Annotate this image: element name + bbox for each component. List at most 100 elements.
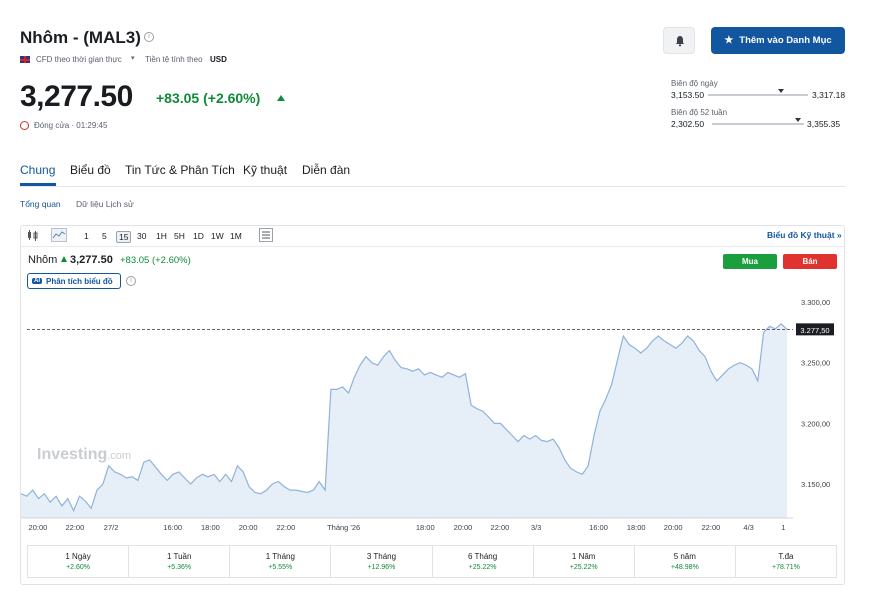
performance-value: +12.96% [367,564,396,571]
last-price: 3,277.50 [20,80,133,113]
ai-chart-analysis-button[interactable]: AI Phân tích biểu đồ [27,273,121,289]
y-tick-label: 3.150,00 [801,480,830,489]
tabs-divider [20,186,845,187]
chart-price: 3,277.50 [70,254,113,266]
performance-period: 5 năm [673,552,696,561]
performance-cell: 1 Tuần +5.36% [129,546,231,577]
performance-cell: 1 Tháng +5.55% [230,546,332,577]
day-range-high: 3,317.18 [812,90,846,100]
x-tick-label: 4/3 [743,523,753,532]
performance-value: +78.71% [772,564,800,571]
x-tick-label: 27/2 [104,523,119,532]
indicators-icon[interactable] [259,228,273,242]
tab-news-analysis[interactable]: Tin Tức & Phân Tích [125,163,235,177]
performance-cell: 6 Tháng +25.22% [433,546,534,577]
week52-range-label: Biên độ 52 tuần [671,108,728,117]
x-tick-label: Tháng '26 [327,523,360,532]
current-price-label: 3.277,50 [800,326,829,335]
candlestick-icon[interactable] [26,229,40,242]
up-arrow-icon [277,95,285,101]
performance-value: +25.22% [569,564,598,571]
add-to-watchlist-button[interactable]: ★ Thêm vào Danh Mục [711,27,845,54]
subtab-overview[interactable]: Tổng quan [20,199,61,209]
add-alert-button[interactable] [663,27,695,54]
price-chart[interactable]: 3.277,50 3.300,00 3.250,00 3.200,00 3.150,00… [21,296,839,536]
interval-30[interactable]: 30 [137,231,146,241]
price-area [21,323,787,518]
price-change: +83.05 (+2.60%) [156,90,261,106]
buy-button[interactable]: Mua [723,254,777,269]
x-tick-label: 22:00 [702,523,721,532]
x-tick-label: 1 [781,523,785,532]
day-range-label: Biên độ ngày [671,79,718,88]
interval-1h[interactable]: 1H [156,231,167,241]
tab-technical[interactable]: Kỹ thuật [243,163,287,177]
interval-1d[interactable]: 1D [193,231,204,241]
interval-5h[interactable]: 5H [174,231,185,241]
investing-watermark: Investing.com [37,446,131,463]
performance-cell: 1 Ngày +2.60% [28,546,130,577]
tab-general[interactable]: Chung [20,163,55,177]
chevron-down-icon[interactable]: ▾ [131,54,135,62]
performance-value: +5.55% [268,564,293,571]
performance-period: 1 Tuần [166,552,192,561]
week52-range-high: 3,355.35 [807,119,841,129]
technical-chart-link[interactable]: Biểu đồ Kỹ thuật » [767,230,842,240]
y-tick-label: 3.250,00 [801,359,830,368]
sell-button[interactable]: Bán [783,254,837,269]
x-tick-label: 18:00 [416,523,435,532]
performance-period: 6 Tháng [467,552,498,561]
cfd-label: CFD theo thời gian thực [36,55,122,64]
x-tick-label: 18:00 [201,523,220,532]
day-range-low: 3,153.50 [671,90,705,100]
tab-forum[interactable]: Diễn đàn [302,163,350,177]
area-chart-icon[interactable] [51,228,67,242]
uk-flag-icon [20,56,30,63]
performance-cell: 3 Tháng +12.96% [331,546,433,577]
page-title: Nhôm - (MAL3) [20,28,141,47]
performance-period: 1 Tháng [265,552,295,561]
performance-period: T.đa [778,552,794,561]
star-icon: ★ [724,35,734,46]
y-tick-label: 3.200,00 [801,419,830,428]
performance-value: +48.98% [670,564,699,571]
x-tick-label: 20:00 [239,523,258,532]
performance-period: 3 Tháng [366,552,397,561]
x-tick-label: 22:00 [276,523,295,532]
x-tick-label: 22:00 [66,523,85,532]
watermark-suffix: .com [107,450,131,462]
subtab-historical-data[interactable]: Dữ liệu Lịch sử [76,199,134,209]
week52-range-bar [712,123,804,125]
up-arrow-icon [61,256,67,262]
interval-5[interactable]: 5 [102,231,107,241]
x-tick-label: 18:00 [627,523,646,532]
ai-analysis-label: Phân tích biểu đồ [46,276,113,286]
currency-value: USD [210,55,227,64]
day-range-marker [778,89,784,93]
chart-instrument-name: Nhôm [28,254,58,266]
x-tick-label: 16:00 [163,523,182,532]
chart-change: +83.05 (+2.60%) [120,255,191,266]
tab-chart[interactable]: Biểu đồ [70,163,111,177]
performance-value: +5.36% [167,564,192,571]
currency-prefix: Tiền tệ tính theo [145,55,203,64]
week52-range-marker [794,118,801,122]
info-icon[interactable]: i [144,32,154,42]
performance-cell: T.đa +78.71% [736,546,836,577]
watermark-text: Investing [37,446,107,463]
interval-1m[interactable]: 1M [230,231,242,241]
interval-1[interactable]: 1 [84,231,89,241]
info-icon[interactable]: i [126,276,136,286]
interval-15[interactable]: 15 [116,231,132,243]
clock-icon [20,121,29,130]
performance-cell: 5 năm +48.98% [635,546,736,577]
x-tick-label: 3/3 [531,523,541,532]
x-tick-label: 20:00 [454,523,473,532]
interval-1w[interactable]: 1W [211,231,224,241]
performance-value: +2.60% [66,564,91,571]
ai-icon: AI [32,278,42,284]
performance-period: 1 Ngày [65,552,91,561]
week52-range-low: 2,302.50 [671,119,705,129]
x-tick-label: 16:00 [589,523,608,532]
performance-strip: 1 Ngày +2.60% 1 Tuần +5.36% 1 Tháng +5.55% 3 T… [27,545,837,578]
